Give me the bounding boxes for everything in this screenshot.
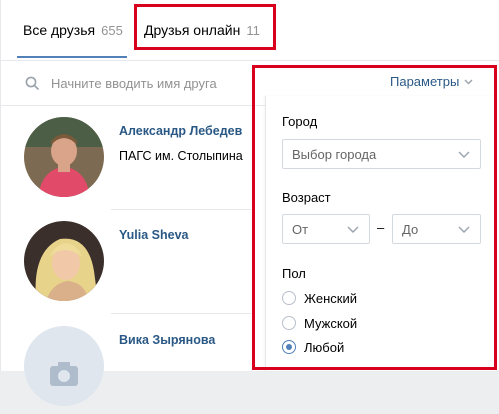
radio-female[interactable]: Женский xyxy=(282,288,357,308)
friend-university: ПАГС им. Столыпина xyxy=(119,149,243,163)
avatar-placeholder[interactable] xyxy=(24,326,104,406)
friend-name[interactable]: Yulia Sheva xyxy=(119,228,188,242)
friend-row: Александр Лебедев ПАГС им. Столыпина xyxy=(1,105,251,205)
friend-row: Yulia Sheva xyxy=(1,210,251,310)
parameters-button[interactable]: Параметры xyxy=(390,74,473,89)
tab-all-friends[interactable]: Все друзья 655 xyxy=(23,0,123,60)
friend-name[interactable]: Александр Лебедев xyxy=(119,124,242,138)
chevron-down-icon xyxy=(347,226,359,233)
radio-button[interactable] xyxy=(282,316,296,330)
tabs-bar: Все друзья 655 Друзья онлайн 11 xyxy=(1,0,499,61)
age-from-select[interactable]: От xyxy=(282,214,370,244)
radio-male-label: Мужской xyxy=(304,315,358,331)
chevron-down-icon xyxy=(464,79,473,84)
tab-all-friends-label: Все друзья xyxy=(23,22,96,38)
sex-label: Пол xyxy=(282,266,306,281)
age-label: Возраст xyxy=(282,190,331,205)
filter-panel: Город Выбор города Возраст От – До Пол Ж… xyxy=(265,96,499,371)
radio-button[interactable] xyxy=(282,291,296,305)
search-input[interactable] xyxy=(51,72,241,94)
age-from-value: От xyxy=(292,222,309,237)
search-icon xyxy=(25,76,39,90)
city-select[interactable]: Выбор города xyxy=(282,139,481,169)
age-to-select[interactable]: До xyxy=(392,214,481,244)
parameters-label: Параметры xyxy=(390,74,460,89)
friend-name[interactable]: Вика Зырянова xyxy=(119,333,215,347)
radio-female-label: Женский xyxy=(304,290,357,306)
radio-any-label: Любой xyxy=(304,339,345,355)
radio-male[interactable]: Мужской xyxy=(282,313,357,333)
tab-online-friends-count: 11 xyxy=(246,22,260,38)
age-to-value: До xyxy=(402,222,419,237)
tab-all-friends-count: 655 xyxy=(101,22,123,38)
chevron-down-icon xyxy=(458,226,470,233)
city-select-value: Выбор города xyxy=(292,147,377,162)
tab-online-friends-label: Друзья онлайн xyxy=(144,22,241,38)
radio-button-checked[interactable] xyxy=(282,340,296,354)
age-dash: – xyxy=(377,220,385,235)
avatar[interactable] xyxy=(24,221,104,301)
active-tab-underline xyxy=(17,56,127,58)
friend-row: Вика Зырянова xyxy=(1,314,251,414)
chevron-down-icon xyxy=(458,151,470,158)
city-label: Город xyxy=(282,114,318,129)
avatar[interactable] xyxy=(24,117,104,197)
radio-any[interactable]: Любой xyxy=(282,337,344,357)
tab-online-friends[interactable]: Друзья онлайн 11 xyxy=(144,0,260,60)
friends-panel: Все друзья 655 Друзья онлайн 11 Параметр… xyxy=(0,0,499,406)
